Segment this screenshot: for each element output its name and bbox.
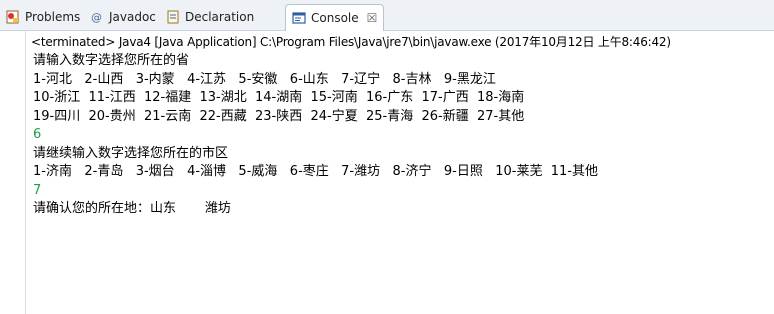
tab-label: Problems xyxy=(25,10,81,24)
console-view[interactable]: <terminated> Java4 [Java Application] C:… xyxy=(25,31,774,314)
console-output-line: 10-浙江 11-江西 12-福建 13-湖北 14-湖南 15-河南 16-广… xyxy=(33,90,525,105)
tab-label: Javadoc xyxy=(109,10,156,24)
console-output-line: 1-河北 2-山西 3-内蒙 4-江苏 5-安徽 6-山东 7-辽宁 8-吉林 … xyxy=(33,71,496,87)
tab-console[interactable]: Console ☒ xyxy=(285,4,385,31)
javadoc-icon: @ xyxy=(90,10,104,24)
console-output-line: 请输入数字选择您所在的省 xyxy=(33,53,190,68)
tab-label: Declaration xyxy=(185,10,255,24)
tab-declaration[interactable]: Declaration xyxy=(166,6,254,28)
console-input-line: 7 xyxy=(33,182,42,198)
tab-problems[interactable]: Problems xyxy=(6,6,80,28)
console-output-line: 请继续输入数字选择您所在的市区 xyxy=(33,145,229,161)
console-output[interactable]: 请输入数字选择您所在的省 1-河北 2-山西 3-内蒙 4-江苏 5-安徽 6-山… xyxy=(33,52,598,219)
tab-javadoc[interactable]: @ Javadoc xyxy=(90,6,156,28)
view-tab-bar: Problems @ Javadoc Declaration Console ☒ xyxy=(0,0,774,31)
console-status-line: <terminated> Java4 [Java Application] C:… xyxy=(31,35,671,49)
tab-label: Console xyxy=(311,11,359,25)
console-output-line: 请确认您的所在地：山东 潍坊 xyxy=(33,201,231,216)
console-input-line: 6 xyxy=(33,127,42,142)
problems-icon xyxy=(6,10,20,24)
console-icon xyxy=(292,11,306,25)
console-output-line: 19-四川 20-贵州 21-云南 22-西藏 23-陕西 24-宁夏 25-青… xyxy=(33,108,525,124)
svg-text:@: @ xyxy=(91,11,102,24)
declaration-icon xyxy=(166,10,180,24)
close-icon[interactable]: ☒ xyxy=(367,12,378,24)
console-output-line: 1-济南 2-青岛 3-烟台 4-淄博 5-威海 6-枣庄 7-潍坊 8-济宁 … xyxy=(33,164,598,179)
